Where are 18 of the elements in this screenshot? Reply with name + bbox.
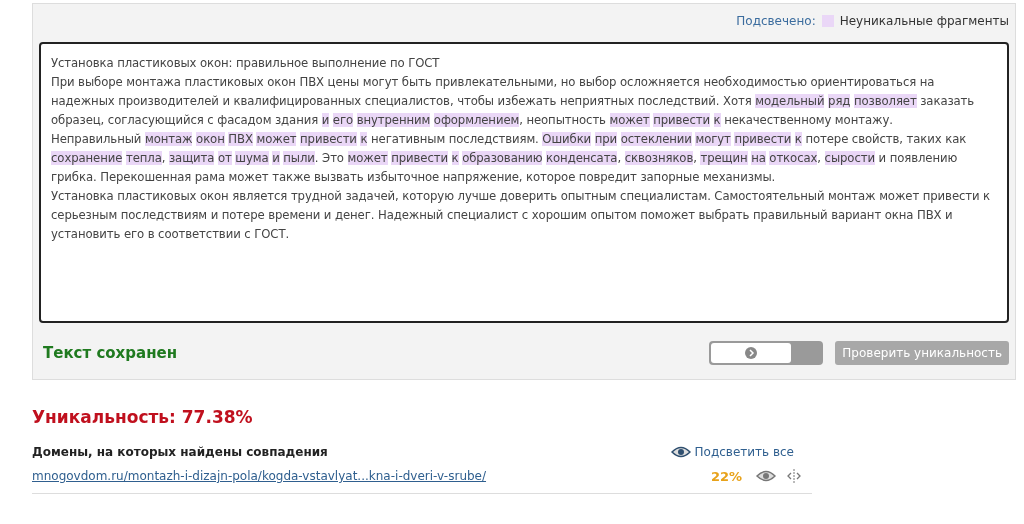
paragraph: Установка пластиковых окон является трудной задачей, которую лучше доверить опытным специалистам. Самостоятельный монтаж может привести к серьезным последствиям и потере времени и денег. Надежный специалист с хорошим опытом поможет выбрать правильный вариант окна ПВХ и установить его в соответствии с ГОСТ. xyxy=(51,188,992,243)
swatch-icon xyxy=(821,15,834,27)
compare-icon[interactable] xyxy=(786,469,802,483)
paragraph: Неправильный монтаж окон ПВХ может привести к негативным последствиям. Ошибки при остеклении могут привести к потере свойств, таких как сохранение тепла, защита от шума и пыли. Это может привести к образованию конденсата, сквозняков, трещин на откосах, сырости и появлению грибка. Перекошенная рама может также вызвать избыточное напряжение, которое повредит запорные механизмы. xyxy=(51,131,968,186)
domain-link[interactable]: mnogovdom.ru/montazh-i-dizajn-pola/kogda-vstavlyat...kna-i-dveri-v-srube/ xyxy=(32,469,711,483)
eye-icon[interactable] xyxy=(756,470,776,482)
domains-title: Домены, на которых найдены совпадения xyxy=(32,445,328,459)
eye-icon[interactable] xyxy=(670,446,691,458)
legend-text: Неуникальные фрагменты xyxy=(839,14,1009,28)
match-percent: 22% xyxy=(710,468,742,484)
highlight-all-link[interactable]: Подсветить все xyxy=(670,445,794,459)
paragraph: При выборе монтажа пластиковых окон ПВХ цены могут быть привлекательными, но выбор осложняется необходимостью ориентироваться на надежных производителей и квалифицированных специалистов, чтобы избежать неприятных последствий. Хотя модельный ряд позволяет заказать образец, согласующийся с фасадом здания и его внутренним оформлением, неопытность может привести к некачественному монтажу. xyxy=(51,74,976,129)
saved-status: Текст сохранен xyxy=(42,344,179,362)
text-editor[interactable] xyxy=(39,42,1009,323)
uniqueness-score: Уникальность: 77.38% xyxy=(32,407,254,427)
legend-label: Подсвечено: xyxy=(736,14,816,28)
toggle-switch[interactable] xyxy=(709,341,824,365)
paragraph: Установка пластиковых окон: правильное выполнение по ГОСТ xyxy=(51,55,441,72)
